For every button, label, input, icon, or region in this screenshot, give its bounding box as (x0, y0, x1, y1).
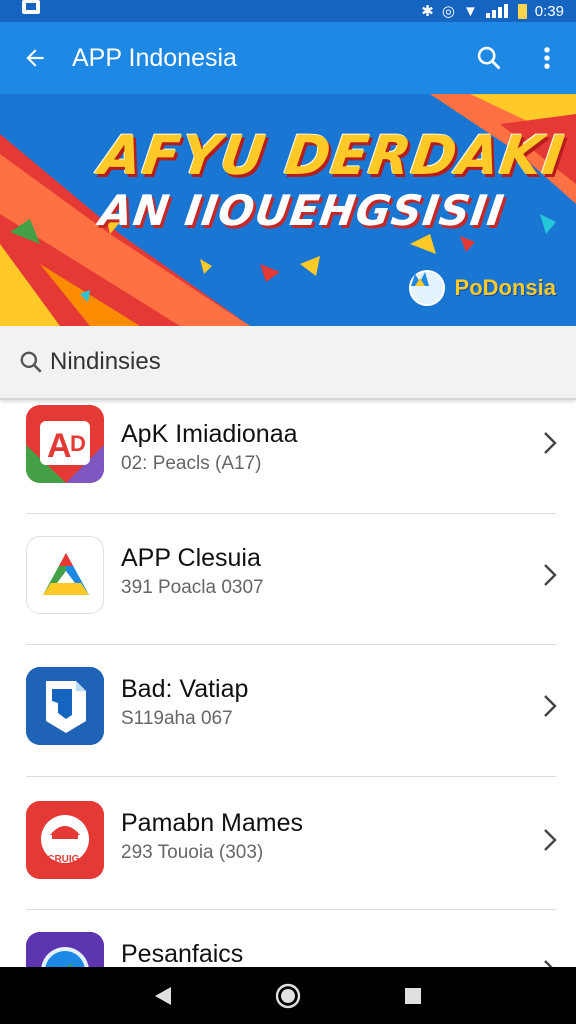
wifi-icon: ▼ (462, 2, 478, 20)
search-icon (20, 351, 42, 373)
app-meta: S119aha 067 (121, 708, 233, 729)
back-button[interactable] (0, 22, 70, 94)
brand: PoDonsia (408, 270, 556, 306)
chevron-right-icon (542, 430, 558, 463)
app-name: Pamabn Mames (121, 809, 304, 837)
app-name: ApK Imiadionaa (121, 420, 298, 448)
document-app-icon (26, 667, 104, 745)
list-item[interactable]: APP Clesuia 391 Poacla 0307 (0, 514, 576, 644)
brand-logo-icon (408, 270, 445, 306)
chevron-right-icon (542, 562, 558, 595)
nav-recents-button[interactable] (393, 976, 433, 1016)
bluetooth-icon: ✱ (421, 3, 434, 20)
svg-text:A: A (47, 427, 72, 465)
overflow-menu-button[interactable] (518, 22, 576, 94)
svg-text:D: D (70, 431, 86, 456)
apk-app-icon: AD (26, 405, 104, 483)
back-triangle-icon (154, 986, 171, 1005)
chevron-right-icon (542, 827, 558, 860)
svg-text:DCRUIG: DCRUIG (40, 854, 80, 865)
compass-app-icon (26, 932, 104, 967)
status-time: 0:39 (534, 2, 564, 20)
search-field[interactable]: Nindinsies (0, 326, 576, 400)
banner-headline: AFYU DERDAKI (95, 124, 569, 187)
battery-icon (517, 3, 527, 19)
status-icons: ✱ ◎ ▼ 0:39 (421, 0, 564, 22)
app-list: AD ApK Imiadionaa 02: Peacls (A17) APP C… (0, 402, 576, 967)
chevron-right-icon (542, 693, 558, 726)
signal-icon (485, 4, 510, 18)
search-icon (477, 46, 501, 70)
nav-home-button[interactable] (268, 976, 308, 1016)
nav-back-button[interactable] (143, 976, 183, 1016)
arrow-left-icon (26, 49, 44, 67)
app-bar: APP Indonesia (0, 22, 576, 94)
promo-banner[interactable]: AFYU DERDAKI AN IIOUEHGSISII PoDonsia (0, 94, 576, 326)
recents-square-icon (405, 987, 422, 1004)
brand-name: PoDonsia (454, 275, 556, 300)
chevron-right-icon (542, 958, 558, 967)
data-saver-icon: ◎ (441, 3, 455, 20)
notification-icon (22, 0, 40, 14)
page-title: APP Indonesia (72, 43, 237, 72)
banner-subheadline: AN IIOUEHGSISII (96, 186, 508, 235)
list-item[interactable]: Pesanfaics (0, 910, 576, 967)
home-circle-icon (275, 983, 301, 1008)
more-vert-icon (544, 47, 550, 69)
app-name: APP Clesuia (121, 544, 261, 572)
list-item[interactable]: DCRUIG Pamabn Mames 293 Touoia (303) (0, 777, 576, 907)
app-name: Bad: Vatiap (121, 675, 249, 703)
search-button[interactable] (460, 22, 518, 94)
triangle-app-icon (26, 536, 104, 614)
app-meta: 293 Touoia (303) (121, 842, 264, 863)
list-item[interactable]: Bad: Vatiap S119aha 067 (0, 645, 576, 775)
app-name: Pesanfaics (121, 940, 244, 967)
app-meta: 391 Poacla 0307 (121, 577, 264, 598)
cap-app-icon: DCRUIG (26, 801, 104, 879)
system-navigation-bar (0, 967, 576, 1024)
status-bar: ✱ ◎ ▼ 0:39 (0, 0, 576, 22)
search-input[interactable]: Nindinsies (50, 348, 161, 376)
app-meta: 02: Peacls (A17) (121, 453, 262, 474)
list-item[interactable]: AD ApK Imiadionaa 02: Peacls (A17) (0, 402, 576, 512)
